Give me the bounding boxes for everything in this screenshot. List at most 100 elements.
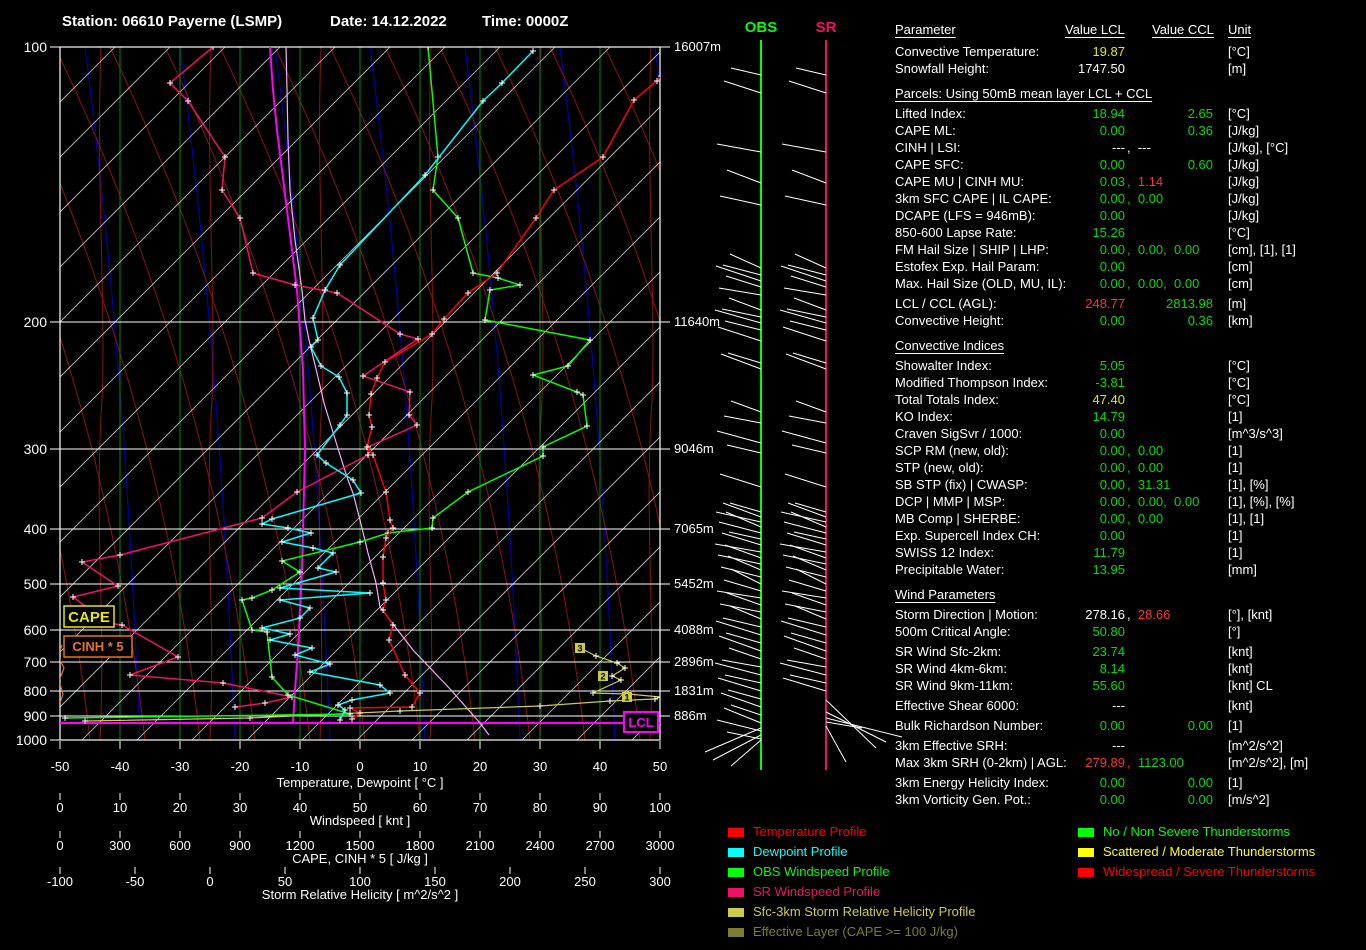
- param-unit: [J/kg]: [1228, 208, 1260, 223]
- param-unit: [knt]: [1228, 698, 1253, 713]
- param-value-ccl: 0.00: [1130, 792, 1213, 807]
- value-segment: 0.00: [1099, 426, 1125, 441]
- srh-axis: -100 -50 0 50 100 150 200 250 300Storm Relative …: [47, 867, 671, 902]
- param-value-lcl: 19.87: [895, 44, 1125, 59]
- param-value-lcl: 13.95: [895, 562, 1125, 577]
- value-segment: 1123.00: [1130, 755, 1184, 770]
- header-parameter: Parameter: [895, 22, 956, 37]
- parameter-row: Snowfall Height: 1747.50 [m]: [895, 61, 1366, 78]
- svg-text:300: 300: [24, 441, 48, 457]
- param-value-lcl: 0.00: [895, 494, 1125, 509]
- param-value-lcl: 0.00: [895, 208, 1125, 223]
- parameter-row: KO Index: 14.79 [1]: [895, 409, 1366, 426]
- svg-text:11640m: 11640m: [674, 314, 720, 329]
- value-segment: 0.00: [1187, 792, 1213, 807]
- svg-text:9046m: 9046m: [674, 441, 714, 456]
- svg-text:2896m: 2896m: [674, 654, 714, 669]
- svg-text:20: 20: [173, 800, 187, 815]
- param-value-lcl: 0.00: [895, 157, 1125, 172]
- param-value-extra: , 1123.00: [1127, 755, 1184, 770]
- svg-text:2100: 2100: [466, 838, 495, 853]
- panel-section-title: Convective Indices: [895, 338, 1005, 353]
- value-segment: 1.14: [1130, 174, 1164, 189]
- param-value-lcl: 0.00: [895, 775, 1125, 790]
- cape-axis-label: CAPE: [68, 609, 110, 626]
- value-segment: 0.00: [1130, 511, 1164, 526]
- thunderstorm-legend: No / Non Severe Thunderstorms Scattered /…: [1078, 822, 1315, 882]
- svg-text:50: 50: [653, 759, 667, 774]
- parameter-row: Exp. Supercell Index CH: 0.00 [1]: [895, 528, 1366, 545]
- parameter-row: 3km Vorticity Gen. Pot.: 0.00 0.00 [m/s^2]: [895, 792, 1366, 809]
- param-value-lcl: 0.00: [895, 528, 1125, 543]
- param-value-ccl: 0.60: [1130, 157, 1213, 172]
- cinh_profile-profile: [60, 644, 65, 704]
- param-unit: [m^3/s^3]: [1228, 426, 1283, 441]
- svg-text:70: 70: [473, 800, 487, 815]
- value-segment: 0.00: [1099, 460, 1125, 475]
- legend-label: OBS Windspeed Profile: [753, 864, 890, 879]
- svg-text:1831m: 1831m: [674, 683, 714, 698]
- svg-text:100: 100: [24, 39, 48, 55]
- parameter-row: Max. Hail Size (OLD, MU, IL): 0.00, 0.00,…: [895, 276, 1366, 293]
- svg-text:800: 800: [24, 683, 48, 699]
- value-segment: 2.65: [1187, 106, 1213, 121]
- parameter-row: LCL / CCL (AGL): 248.77 2813.98 [m]: [895, 296, 1366, 313]
- profile-legend-item: Effective Layer (CAPE >= 100 J/kg): [728, 922, 976, 942]
- svg-text:100: 100: [649, 800, 671, 815]
- value-segment: 0.00: [1166, 242, 1200, 257]
- svg-text:0: 0: [56, 838, 63, 853]
- svg-text:0: 0: [356, 759, 363, 774]
- legend-label: Dewpoint Profile: [753, 844, 848, 859]
- param-unit: [°], [knt]: [1228, 607, 1273, 622]
- param-value-lcl: ---: [895, 738, 1125, 753]
- value-segment: 18.94: [1092, 106, 1125, 121]
- value-segment: -3.81: [1095, 375, 1125, 390]
- legend-label: Scattered / Moderate Thunderstorms: [1103, 844, 1316, 859]
- svg-text:-10: -10: [291, 759, 310, 774]
- srh-axis-title: Storm Relative Helicity [ m^2/s^2 ]: [262, 887, 458, 902]
- sr-wind-column: SR: [779, 19, 903, 770]
- svg-text:16007m: 16007m: [674, 39, 721, 54]
- legend-swatch-icon: [1078, 868, 1094, 877]
- legend-swatch-icon: [728, 848, 744, 857]
- helicity-km-marker: 2: [598, 671, 608, 682]
- param-value-ccl: 0.36: [1130, 123, 1213, 138]
- param-value-lcl: 0.00: [895, 477, 1125, 492]
- parameter-row: Estofex Exp. Hail Param: 0.00 [cm]: [895, 259, 1366, 276]
- parameter-row: 3km SFC CAPE | IL CAPE: 0.00, 0.00 [J/kg]: [895, 191, 1366, 208]
- param-value-lcl: 0.00: [895, 242, 1125, 257]
- profile-legend-item: SR Windspeed Profile: [728, 882, 976, 902]
- param-value-lcl: 0.00: [895, 191, 1125, 206]
- param-unit: [J/kg], [°C]: [1228, 140, 1289, 155]
- svg-text:1: 1: [624, 693, 629, 703]
- value-segment: 0.00: [1166, 494, 1200, 509]
- legend-label: Effective Layer (CAPE >= 100 J/kg): [753, 924, 958, 939]
- param-value-ccl: 0.00: [1130, 775, 1213, 790]
- value-segment: 0.60: [1187, 157, 1213, 172]
- profile-legend-item: Temperature Profile: [728, 822, 976, 842]
- param-unit: [knt] CL: [1228, 678, 1273, 693]
- svg-text:80: 80: [533, 800, 547, 815]
- param-value-extra: , 0.00: [1127, 191, 1163, 206]
- value-segment: 0.00: [1187, 775, 1213, 790]
- profile-legend-item: OBS Windspeed Profile: [728, 862, 976, 882]
- profiles-layer: 1 2 3: [60, 47, 660, 736]
- param-value-extra: , 1.14: [1127, 174, 1163, 189]
- parameter-panel: Parameter Value LCL Value CCL Unit Convectiv…: [895, 22, 1366, 809]
- param-unit: [cm]: [1228, 259, 1253, 274]
- temperature-axis: -50 -40 -30 -20 -10 0 10 20 30 40 50 Temperature, D…: [51, 741, 667, 790]
- parameter-row: CAPE ML: 0.00 0.36 [J/kg]: [895, 123, 1366, 140]
- param-value-lcl: 11.79: [895, 545, 1125, 560]
- value-segment: 23.74: [1092, 644, 1125, 659]
- value-segment: 0.00: [1099, 775, 1125, 790]
- value-segment: 0.36: [1187, 123, 1213, 138]
- param-value-lcl: 1747.50: [895, 61, 1125, 76]
- parameter-row: SCP RM (new, old): 0.00, 0.00 [1]: [895, 443, 1366, 460]
- svg-text:3000: 3000: [646, 838, 675, 853]
- param-value-lcl: 0.00: [895, 460, 1125, 475]
- param-unit: [cm], [1], [1]: [1228, 242, 1296, 257]
- legend-swatch-icon: [728, 828, 744, 837]
- windspeed-axis: 0 10 20 30 40 50 60 70 80 90 100Windspeed [ knt ]: [56, 793, 671, 828]
- param-unit: [J/kg]: [1228, 157, 1260, 172]
- header-unit: Unit: [1228, 22, 1252, 37]
